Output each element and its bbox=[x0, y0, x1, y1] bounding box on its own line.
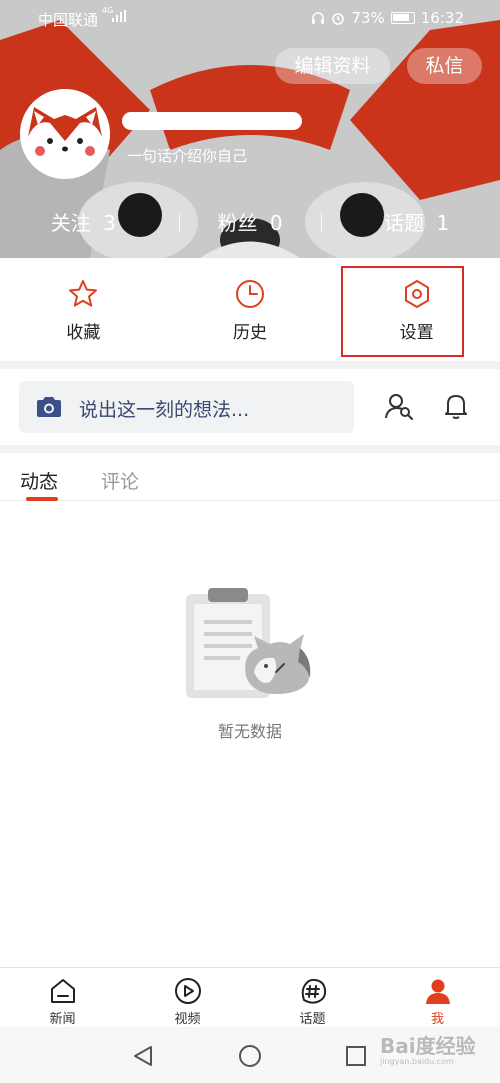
hashtag-icon bbox=[301, 978, 326, 1004]
tab-comments[interactable]: 评论 bbox=[101, 467, 139, 494]
nav-item-news[interactable]: 新闻 bbox=[0, 968, 125, 1027]
history-button[interactable]: 历史 bbox=[167, 258, 334, 361]
stat-label: 粉丝 bbox=[217, 211, 258, 235]
settings-highlight-box bbox=[341, 266, 464, 357]
section-divider bbox=[0, 361, 500, 369]
back-icon[interactable] bbox=[131, 1044, 155, 1068]
home-icon[interactable] bbox=[238, 1044, 262, 1068]
clock-icon bbox=[236, 280, 264, 308]
video-play-icon bbox=[174, 978, 201, 1004]
favorites-label: 收藏 bbox=[66, 323, 101, 343]
carrier-label: 中国联通 bbox=[38, 11, 99, 29]
stat-followers[interactable]: 粉丝 0 bbox=[167, 205, 334, 241]
favorites-button[interactable]: 收藏 bbox=[0, 258, 167, 361]
avatar[interactable] bbox=[20, 89, 110, 179]
clock-time: 16:32 bbox=[420, 9, 464, 27]
star-icon bbox=[69, 280, 98, 307]
nav-label: 新闻 bbox=[49, 1012, 76, 1027]
headphones-icon bbox=[312, 12, 325, 24]
stat-topics[interactable]: 话题 1 bbox=[333, 205, 500, 241]
empty-state: 暂无数据 bbox=[0, 501, 500, 967]
camera-icon bbox=[37, 397, 61, 417]
stats-divider bbox=[321, 213, 322, 233]
post-input[interactable]: 说出这一刻的想法... bbox=[19, 381, 354, 433]
stat-value: 1 bbox=[436, 211, 450, 235]
bottom-nav: 新闻 视频 话题 我 bbox=[0, 967, 500, 1027]
empty-state-text: 暂无数据 bbox=[217, 722, 282, 741]
stat-value: 3 bbox=[103, 211, 116, 235]
fox-avatar-icon bbox=[20, 89, 110, 179]
stat-label: 话题 bbox=[384, 211, 425, 235]
battery-percent: 73% bbox=[351, 9, 385, 27]
nav-item-video[interactable]: 视频 bbox=[125, 968, 250, 1027]
post-input-placeholder: 说出这一刻的想法... bbox=[79, 399, 250, 421]
stat-value: 0 bbox=[269, 211, 283, 235]
profile-header: 中国联通 4G 73% 16:32 编辑资料 私信 一句话介绍你自己 关注 3 … bbox=[0, 0, 500, 258]
watermark-url: jingyan.baidu.com bbox=[380, 1057, 454, 1066]
watermark: Bai度经验 jingyan.baidu.com bbox=[380, 1030, 476, 1066]
status-bar: 中国联通 4G 73% 16:32 bbox=[0, 0, 500, 34]
profile-stats: 关注 3 粉丝 0 话题 1 bbox=[0, 205, 500, 241]
section-divider bbox=[0, 445, 500, 453]
nav-label: 我 bbox=[430, 1012, 444, 1027]
alarm-icon bbox=[332, 13, 345, 25]
tab-activity[interactable]: 动态 bbox=[20, 467, 58, 494]
bell-icon[interactable] bbox=[441, 391, 471, 421]
content-tabs: 动态 评论 bbox=[0, 453, 500, 501]
edit-profile-button[interactable]: 编辑资料 bbox=[275, 48, 390, 84]
nav-label: 话题 bbox=[299, 1012, 326, 1027]
stat-following[interactable]: 关注 3 bbox=[0, 205, 167, 241]
history-label: 历史 bbox=[233, 323, 267, 343]
stats-divider bbox=[179, 213, 180, 233]
bio-text[interactable]: 一句话介绍你自己 bbox=[127, 145, 247, 166]
username-redacted bbox=[122, 112, 302, 130]
news-home-icon bbox=[50, 979, 75, 1003]
empty-clipboard-fox-icon bbox=[186, 588, 311, 698]
nav-item-topics[interactable]: 话题 bbox=[250, 968, 375, 1027]
recent-apps-icon[interactable] bbox=[344, 1044, 368, 1068]
nav-item-me[interactable]: 我 bbox=[375, 968, 500, 1027]
watermark-brand: Bai度经验 bbox=[380, 1034, 476, 1058]
signal-icon bbox=[112, 10, 126, 22]
private-message-button[interactable]: 私信 bbox=[407, 48, 482, 84]
user-search-icon[interactable] bbox=[384, 391, 414, 421]
stat-label: 关注 bbox=[50, 211, 91, 235]
battery-icon bbox=[390, 12, 415, 24]
nav-label: 视频 bbox=[174, 1012, 201, 1027]
profile-screen: 中国联通 4G 73% 16:32 编辑资料 私信 一句话介绍你自己 关注 3 … bbox=[0, 0, 500, 1083]
composer-bar: 说出这一刻的想法... bbox=[0, 369, 500, 445]
person-icon bbox=[425, 979, 450, 1004]
